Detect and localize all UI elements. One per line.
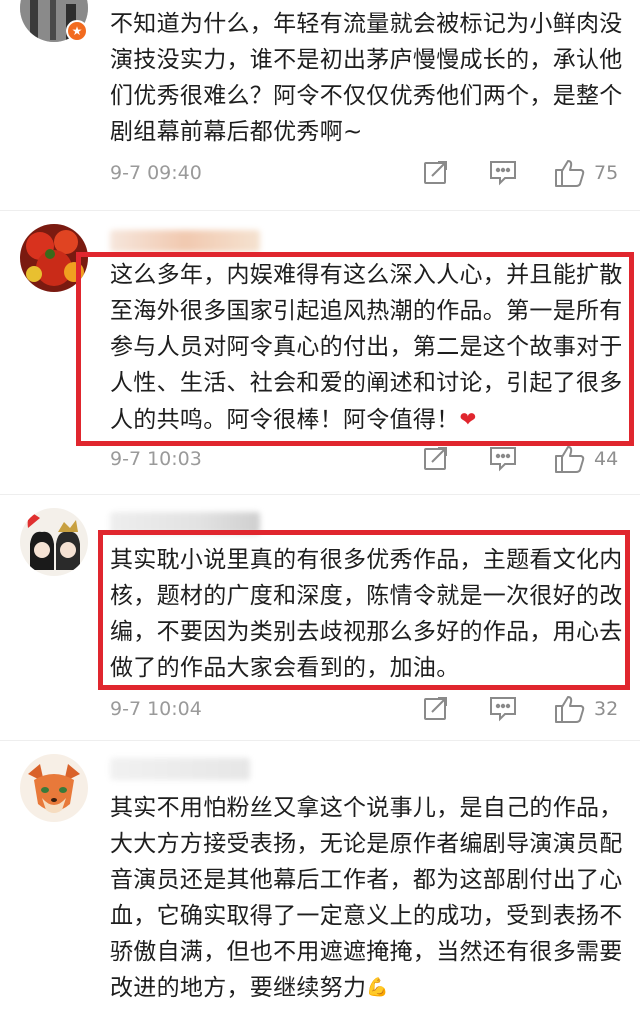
comment-meta: 9-7 09:40 75 [0,154,640,194]
thumbs-up-icon[interactable] [554,158,586,188]
share-icon[interactable] [422,158,450,188]
divider [0,740,640,741]
like-count: 32 [594,698,619,720]
divider [0,494,640,495]
divider [0,210,640,211]
avatar[interactable] [20,754,88,822]
highlight-box [98,530,630,690]
comment-text: 不知道为什么，年轻有流量就会被标记为小鲜肉没演技没实力，谁不是初出茅庐慢慢成长的… [110,11,623,145]
comment-time: 9-7 10:03 [110,448,202,470]
thumbs-up-icon[interactable] [554,694,586,724]
comment-meta: 9-7 10:03 44 [0,440,640,480]
avatar[interactable] [20,508,88,576]
comment-time: 9-7 09:40 [110,162,202,184]
thumbs-up-icon[interactable] [554,444,586,474]
comment-text: 其实不用怕粉丝又拿这个说事儿，是自己的作品，大大方方接受表扬，无论是原作者编剧导… [110,790,630,1006]
like-count: 75 [594,162,619,184]
flexed-arm-emoji-icon: 💪 [366,977,390,998]
comment-icon[interactable] [488,694,518,724]
comment-item: ★ 不知道为什么，年轻有流量就会被标记为小鲜肉没演技没实力，谁不是初出茅庐慢慢成… [0,0,640,210]
share-icon[interactable] [422,694,450,724]
comment-time: 9-7 10:04 [110,698,202,720]
verified-badge-icon: ★ [66,20,88,42]
comment-icon[interactable] [488,158,518,188]
comment-meta: 9-7 10:04 32 [0,690,640,730]
username[interactable] [110,758,250,780]
username[interactable] [110,230,260,252]
comment-icon[interactable] [488,444,518,474]
share-icon[interactable] [422,444,450,474]
like-count: 44 [594,448,619,470]
highlight-box [76,252,634,446]
